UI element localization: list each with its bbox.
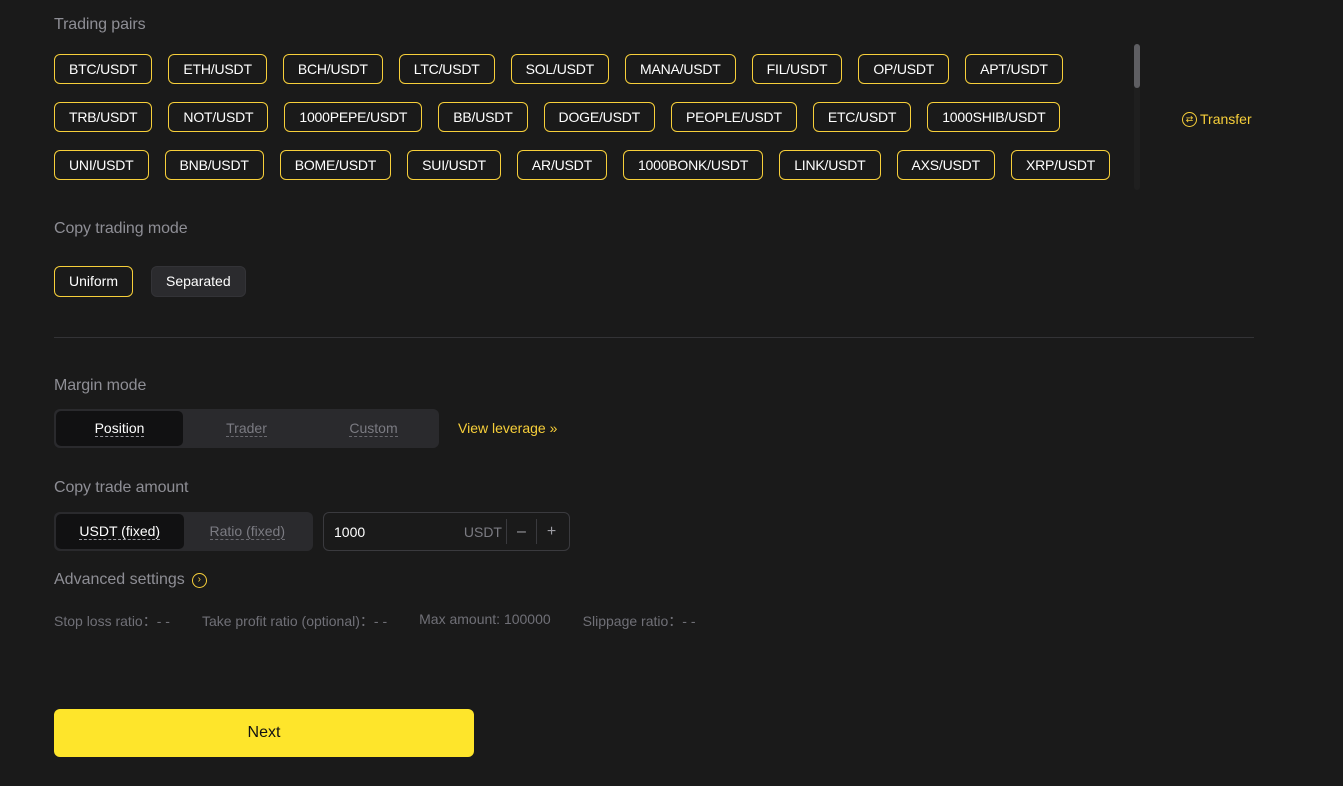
- pairs-row-1: BTC/USDT ETH/USDT BCH/USDT LTC/USDT SOL/…: [54, 54, 1140, 84]
- view-leverage-link[interactable]: View leverage »: [458, 420, 557, 436]
- copy-trading-mode-label: Copy trading mode: [54, 220, 188, 237]
- max-amount: Max amount: 100000: [419, 611, 551, 627]
- chevron-right-circle-icon: ›: [191, 572, 207, 588]
- pair-chip[interactable]: APT/USDT: [965, 54, 1063, 84]
- trading-pairs-label: Trading pairs: [54, 16, 146, 33]
- next-button[interactable]: Next: [54, 709, 474, 757]
- margin-mode-trader-label: Trader: [226, 420, 267, 437]
- pair-chip[interactable]: UNI/USDT: [54, 150, 149, 180]
- pairs-row-3: UNI/USDT BNB/USDT BOME/USDT SUI/USDT AR/…: [54, 150, 1140, 180]
- pair-chip[interactable]: AXS/USDT: [896, 150, 995, 180]
- advanced-settings-toggle[interactable]: Advanced settings ›: [54, 571, 207, 589]
- pair-chip[interactable]: LINK/USDT: [779, 150, 881, 180]
- margin-mode-custom-label: Custom: [349, 420, 398, 437]
- pair-chip[interactable]: OP/USDT: [858, 54, 950, 84]
- pair-chip[interactable]: BTC/USDT: [54, 54, 153, 84]
- pair-chip[interactable]: AR/USDT: [516, 150, 607, 180]
- copy-trade-settings: Trading pairs BTC/USDT ETH/USDT BCH/USDT…: [0, 0, 1343, 786]
- advanced-settings-label: Advanced settings: [54, 571, 185, 588]
- pair-chip[interactable]: TRB/USDT: [54, 102, 153, 132]
- pair-chip[interactable]: ETC/USDT: [812, 102, 912, 132]
- margin-mode-position-label: Position: [94, 420, 145, 437]
- pair-chip[interactable]: SUI/USDT: [407, 150, 501, 180]
- copy-trade-amount-label: Copy trade amount: [54, 479, 189, 496]
- amount-type-usdt-tab[interactable]: USDT (fixed): [56, 514, 184, 549]
- pair-chip[interactable]: PEOPLE/USDT: [670, 102, 797, 132]
- pair-chip[interactable]: SOL/USDT: [510, 54, 610, 84]
- pair-chip[interactable]: BB/USDT: [438, 102, 528, 132]
- pair-chip[interactable]: XRP/USDT: [1010, 150, 1111, 180]
- amount-type-ratio-tab[interactable]: Ratio (fixed): [184, 514, 312, 549]
- pair-chip[interactable]: BCH/USDT: [282, 54, 383, 84]
- pairs-scrollbar[interactable]: [1134, 44, 1140, 190]
- mode-separated-button[interactable]: Separated: [151, 266, 246, 297]
- pair-chip[interactable]: ETH/USDT: [168, 54, 267, 84]
- amount-type-usdt-label: USDT (fixed): [79, 523, 161, 540]
- pair-chip[interactable]: MANA/USDT: [625, 54, 736, 84]
- pairs-row-2: TRB/USDT NOT/USDT 1000PEPE/USDT BB/USDT …: [54, 102, 1140, 132]
- margin-mode-position-tab[interactable]: Position: [56, 411, 183, 446]
- transfer-label: Transfer: [1200, 111, 1252, 127]
- margin-mode-label: Margin mode: [54, 377, 147, 394]
- double-chevron-right-icon: »: [549, 420, 558, 436]
- pair-chip[interactable]: LTC/USDT: [398, 54, 495, 84]
- pair-chip[interactable]: 1000SHIB/USDT: [927, 102, 1061, 132]
- amount-field: USDT – +: [323, 512, 570, 551]
- advanced-params: Stop loss ratio：- - Take profit ratio (o…: [54, 611, 695, 631]
- pair-chip[interactable]: 1000PEPE/USDT: [284, 102, 423, 132]
- transfer-link[interactable]: ⇄ Transfer: [1182, 111, 1252, 127]
- take-profit-ratio: Take profit ratio (optional)：- -: [201, 613, 388, 629]
- amount-type-segmented: USDT (fixed) Ratio (fixed): [54, 512, 313, 551]
- pair-chip[interactable]: 1000BONK/USDT: [622, 150, 764, 180]
- increment-button[interactable]: +: [536, 519, 566, 544]
- mode-uniform-button[interactable]: Uniform: [54, 266, 134, 297]
- pair-chip[interactable]: FIL/USDT: [751, 54, 843, 84]
- view-leverage-label: View leverage: [458, 420, 546, 436]
- amount-unit: USDT: [463, 523, 502, 540]
- margin-mode-trader-tab[interactable]: Trader: [183, 411, 310, 446]
- pair-chip[interactable]: DOGE/USDT: [543, 102, 655, 132]
- pairs-scrollbar-thumb[interactable]: [1134, 44, 1140, 88]
- decrement-button[interactable]: –: [506, 519, 536, 544]
- pair-chip[interactable]: BOME/USDT: [279, 150, 392, 180]
- pair-chip[interactable]: NOT/USDT: [168, 102, 269, 132]
- margin-mode-custom-tab[interactable]: Custom: [310, 411, 437, 446]
- pair-chip[interactable]: BNB/USDT: [164, 150, 264, 180]
- slippage-ratio: Slippage ratio：- -: [582, 613, 696, 629]
- amount-input[interactable]: [334, 523, 458, 540]
- amount-type-ratio-label: Ratio (fixed): [209, 523, 285, 540]
- section-divider: [54, 337, 1254, 338]
- margin-mode-segmented: Position Trader Custom: [54, 409, 439, 448]
- swap-circle-icon: ⇄: [1182, 111, 1197, 127]
- trading-pairs-list: BTC/USDT ETH/USDT BCH/USDT LTC/USDT SOL/…: [54, 54, 1140, 190]
- stop-loss-ratio: Stop loss ratio：- -: [54, 613, 170, 629]
